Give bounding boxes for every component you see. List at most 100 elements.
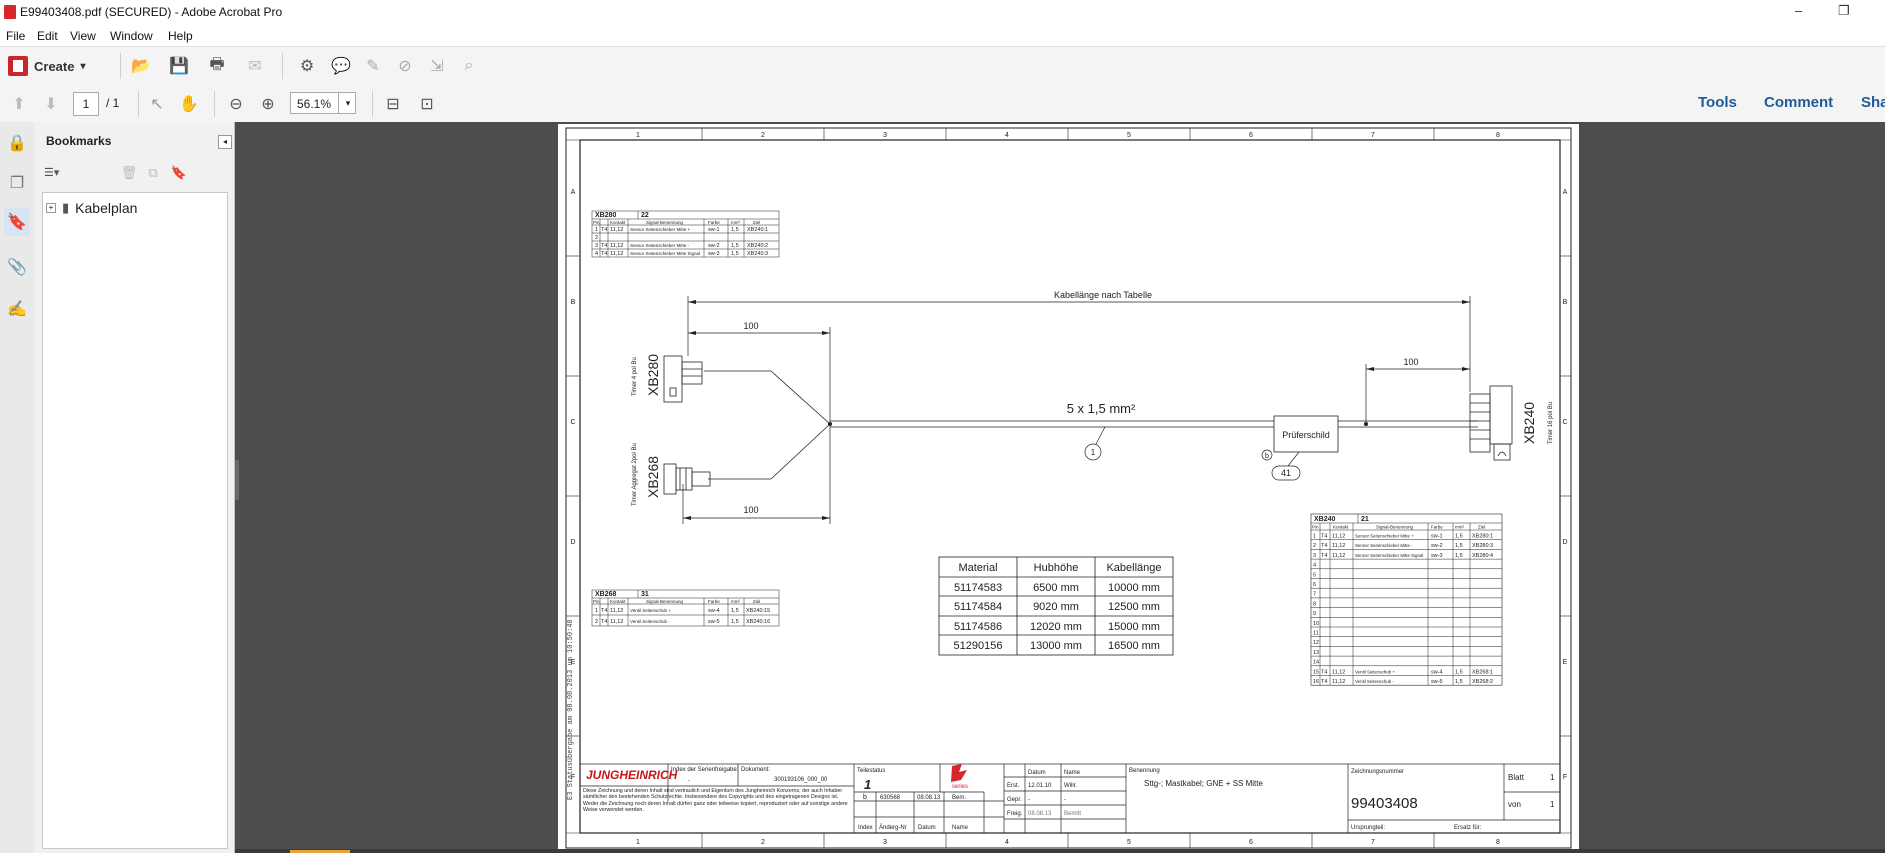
- col-header: Pin: [593, 599, 600, 604]
- cell: 9: [1313, 611, 1316, 617]
- pruferschild-label: Prüferschild: [1282, 430, 1330, 440]
- zoom-in-icon[interactable]: ⊕: [257, 93, 279, 115]
- create-dropdown-icon: ▾: [80, 60, 86, 72]
- cell: Sensor Seitenschieber Mitte Signal: [630, 251, 700, 256]
- next-page-icon[interactable]: ⬇: [40, 93, 62, 115]
- print-icon[interactable]: 🖶: [206, 55, 228, 77]
- save-icon[interactable]: 💾: [168, 55, 190, 77]
- cell: 1: [595, 608, 598, 614]
- zoom-out-icon[interactable]: ⊖: [225, 93, 247, 115]
- col-header: Ziel: [753, 599, 760, 604]
- zoom-dropdown-icon[interactable]: ▾: [338, 93, 357, 113]
- xb240-name: XB240: [1521, 402, 1537, 444]
- tools-link[interactable]: Tools: [1698, 94, 1737, 111]
- cell: 13: [1313, 650, 1319, 656]
- material-cell: 13000 mm: [1030, 640, 1082, 652]
- col-header: Farbe: [1431, 525, 1443, 530]
- page-number-input[interactable]: 1: [73, 92, 99, 116]
- minimize-button[interactable]: –: [1795, 3, 1802, 18]
- restore-button[interactable]: ❐: [1838, 3, 1850, 19]
- bookmark-options-icon[interactable]: ☰▾: [44, 166, 59, 179]
- menu-window[interactable]: Window: [110, 29, 153, 43]
- material-header: Hubhöhe: [1034, 562, 1079, 574]
- cell: 3: [1313, 553, 1316, 559]
- table-count: 31: [641, 591, 649, 598]
- side-note: E3 Statusübergabe am 08.08.2013 um 10:50…: [567, 619, 575, 800]
- attachments-icon[interactable]: 📎: [6, 256, 28, 278]
- blatt-label: Blatt: [1508, 773, 1525, 782]
- cell: sw-2: [708, 243, 720, 249]
- panel-splitter[interactable]: [235, 460, 239, 500]
- sign-icon[interactable]: ✎: [362, 55, 384, 77]
- menu-file[interactable]: File: [6, 29, 25, 43]
- material-header: Kabellänge: [1106, 562, 1161, 574]
- grid-col-label: 3: [883, 132, 887, 139]
- grid-row-label: F: [1563, 774, 1567, 781]
- create-label: Create: [34, 58, 75, 74]
- col-header: Pin: [593, 220, 600, 225]
- cell: 14: [1313, 660, 1319, 666]
- export-icon[interactable]: ⇲: [426, 55, 448, 77]
- grid-col-label: 6: [1249, 132, 1253, 139]
- grid-row-label: B: [1563, 299, 1568, 306]
- cell: Ventil Seitenschub +: [630, 608, 671, 613]
- dokument-label: Dokument:: [741, 767, 770, 773]
- bookmarks-list: [42, 192, 228, 849]
- create-button[interactable]: Create ▾: [8, 54, 86, 78]
- fit-width-icon[interactable]: ⊡: [416, 93, 438, 115]
- dimension-100: 100: [1403, 357, 1418, 367]
- menu-view[interactable]: View: [70, 29, 96, 43]
- settings-icon[interactable]: ⚙: [296, 55, 318, 77]
- ursprung-label: Ursprungteil:: [1351, 825, 1385, 831]
- cell: 11: [1313, 631, 1319, 637]
- pdf-page[interactable]: 1 2 3 4 5 6 7 8 1 2 3 4 5 6 7 8 A B C D …: [558, 124, 1579, 853]
- cell: T4: [601, 227, 607, 233]
- cell: Sensor Seitenschieber Mitte +: [630, 227, 691, 232]
- menu-help[interactable]: Help: [168, 29, 193, 43]
- comment-link[interactable]: Comment: [1764, 94, 1833, 111]
- erst-name: Willr.: [1064, 783, 1077, 789]
- lock-icon[interactable]: 🔒: [6, 132, 28, 154]
- cell: 10: [1313, 621, 1319, 627]
- cell: 1,5: [731, 243, 739, 249]
- menu-edit[interactable]: Edit: [37, 29, 58, 43]
- email-icon[interactable]: ✉: [244, 55, 266, 77]
- freig-name: Bemitt: [1064, 811, 1081, 817]
- cell: 2: [595, 235, 598, 241]
- enhance-icon[interactable]: ⌕: [458, 55, 480, 77]
- expand-icon[interactable]: +: [46, 203, 56, 213]
- material-cell: 51174586: [954, 621, 1002, 633]
- hand-tool-icon[interactable]: ✋: [178, 93, 200, 115]
- cell: 1,5: [731, 608, 739, 614]
- delete-bookmark-icon[interactable]: 🗑: [118, 162, 140, 184]
- material-cell: 12500 mm: [1108, 601, 1160, 613]
- select-tool-icon[interactable]: ↖: [146, 93, 168, 115]
- bookmarks-panel-icon[interactable]: 🔖: [4, 208, 30, 236]
- fit-page-icon[interactable]: ⊟: [382, 93, 404, 115]
- rev-date: 08.08.13: [917, 795, 941, 801]
- open-icon[interactable]: 📂: [130, 55, 152, 77]
- bookmark-item[interactable]: + ▮ Kabelplan: [46, 200, 137, 216]
- xb268-sub: Timer Aggregat 2pol Bu: [632, 443, 638, 506]
- security-icon[interactable]: ⊘: [394, 55, 416, 77]
- expand-bookmark-icon[interactable]: 🔖: [168, 162, 190, 184]
- pages-icon[interactable]: ❐: [6, 172, 28, 194]
- new-bookmark-icon[interactable]: ⧉: [142, 162, 164, 184]
- connector-xb280: [663, 355, 703, 403]
- navigation-toolbar: [0, 86, 1885, 123]
- col-header: Signal-Benennung: [646, 220, 684, 225]
- share-link[interactable]: Sha: [1861, 94, 1885, 111]
- cell: 1,5: [1455, 679, 1463, 685]
- col-header: mm²: [1455, 525, 1464, 530]
- bookmark-icon: ▮: [62, 200, 70, 215]
- previous-page-icon[interactable]: ⬆: [8, 93, 30, 115]
- cell: T4: [1321, 534, 1327, 540]
- material-cell: 6500 mm: [1033, 582, 1079, 594]
- dimension-100: 100: [743, 505, 758, 515]
- collapse-panel-icon[interactable]: ◂: [218, 135, 232, 149]
- zeichnungsnummer-value: 99403408: [1351, 795, 1418, 812]
- signatures-icon[interactable]: ✍: [6, 298, 28, 320]
- navigation-pane-rail: 🔒 ❐ 🔖 📎 ✍: [0, 122, 35, 853]
- comment-icon[interactable]: 💬: [330, 55, 352, 77]
- gepr-date: -: [1028, 797, 1030, 803]
